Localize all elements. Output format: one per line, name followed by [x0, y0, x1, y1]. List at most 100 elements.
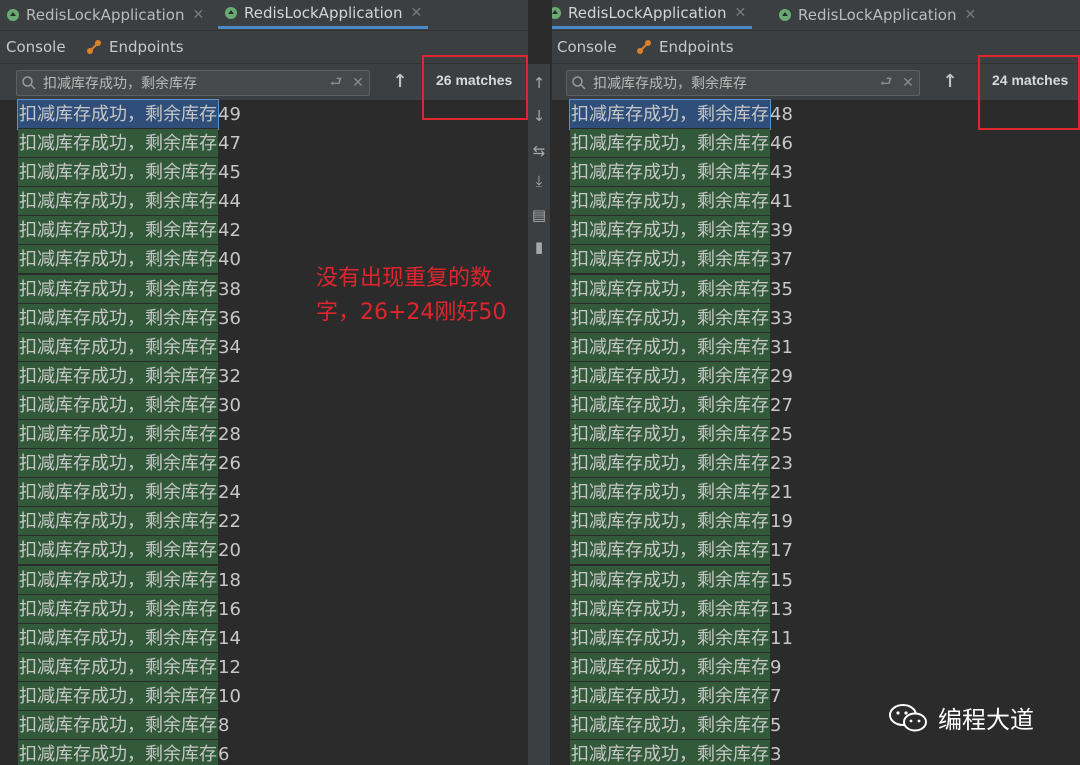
stock-value: 29	[770, 365, 793, 387]
regex-icon[interactable]: ⮐	[875, 71, 897, 95]
stock-value: 43	[770, 162, 793, 184]
run-tab-inactive[interactable]: RedisLockApplication ✕	[772, 0, 982, 29]
console-line: 扣减库存成功，剩余库存47	[18, 129, 241, 159]
stock-value: 8	[218, 714, 230, 736]
endpoints-label: Endpoints	[109, 38, 184, 56]
console-line: 扣减库存成功，剩余库存44	[18, 187, 241, 217]
watermark-text: 编程大道	[938, 706, 1034, 734]
stock-value: 30	[218, 394, 241, 416]
match-highlight: 扣减库存成功，剩余库存	[18, 361, 218, 391]
console-line: 扣减库存成功，剩余库存23	[570, 449, 793, 479]
stock-value: 46	[770, 133, 793, 155]
stock-value: 14	[218, 627, 241, 649]
stock-value: 36	[218, 307, 241, 329]
match-highlight: 扣减库存成功，剩余库存	[570, 158, 770, 188]
stock-value: 27	[770, 394, 793, 416]
close-icon[interactable]: ✕	[735, 5, 747, 21]
match-highlight: 扣减库存成功，剩余库存	[18, 507, 218, 537]
match-highlight: 扣减库存成功，剩余库存	[18, 245, 218, 275]
match-highlight: 扣减库存成功，剩余库存	[18, 710, 218, 740]
stock-value: 20	[218, 540, 241, 562]
console-line: 扣减库存成功，剩余库存39	[570, 216, 793, 246]
stock-value: 35	[770, 278, 793, 300]
annotation-text: 没有出现重复的数字，26+24刚好50	[316, 266, 507, 325]
run-tab-inactive[interactable]: RedisLockApplication ✕	[0, 0, 210, 29]
console-line: 扣减库存成功，剩余库存14	[18, 623, 241, 653]
tab-console[interactable]: Console	[552, 31, 617, 63]
close-icon[interactable]: ✕	[897, 75, 919, 91]
match-highlight: 扣减库存成功，剩余库存	[18, 187, 218, 217]
match-highlight: 扣减库存成功，剩余库存	[570, 361, 770, 391]
search-input[interactable]: 扣减库存成功，剩余库存 ⮐ ✕	[16, 70, 370, 96]
console-line: 扣减库存成功，剩余库存28	[18, 420, 241, 450]
stock-value: 47	[218, 133, 241, 155]
search-query-text: 扣减库存成功，剩余库存	[43, 76, 197, 92]
stock-value: 24	[218, 482, 241, 504]
soft-wrap-icon[interactable]: ⇆	[528, 142, 550, 160]
highlight-box	[978, 55, 1080, 130]
match-highlight: 扣减库存成功，剩余库存	[570, 478, 770, 508]
search-icon	[22, 76, 36, 90]
match-highlight: 扣减库存成功，剩余库存	[18, 216, 218, 246]
match-highlight: 扣减库存成功，剩余库存	[18, 449, 218, 479]
stock-value: 40	[218, 249, 241, 271]
match-highlight: 扣减库存成功，剩余库存	[570, 245, 770, 275]
console-line: 扣减库存成功，剩余库存9	[570, 652, 793, 682]
match-highlight: 扣减库存成功，剩余库存	[570, 420, 770, 450]
console-line: 扣减库存成功，剩余库存20	[18, 536, 241, 566]
stock-value: 9	[770, 656, 782, 678]
match-highlight: 扣减库存成功，剩余库存	[570, 565, 770, 595]
match-highlight: 扣减库存成功，剩余库存	[570, 449, 770, 479]
endpoints-icon	[637, 40, 651, 54]
console-line: 扣减库存成功，剩余库存49	[17, 99, 241, 130]
stock-value: 28	[218, 424, 241, 446]
tab-endpoints[interactable]: Endpoints	[86, 31, 184, 63]
console-line: 扣减库存成功，剩余库存29	[570, 361, 793, 391]
match-highlight: 扣减库存成功，剩余库存	[18, 478, 218, 508]
up-arrow-icon[interactable]: ↑	[390, 70, 410, 94]
match-highlight: 扣减库存成功，剩余库存	[18, 303, 218, 333]
close-icon[interactable]: ✕	[411, 5, 423, 21]
console-line: 扣减库存成功，剩余库存43	[570, 158, 793, 188]
console-line: 扣减库存成功，剩余库存35	[570, 274, 793, 304]
trash-icon[interactable]: ▮	[528, 238, 550, 256]
close-icon[interactable]: ✕	[193, 7, 205, 23]
stock-value: 34	[218, 336, 241, 358]
match-highlight: 扣减库存成功，剩余库存	[18, 274, 218, 304]
stock-value: 33	[770, 307, 793, 329]
regex-icon[interactable]: ⮐	[325, 71, 347, 95]
close-icon[interactable]: ✕	[965, 7, 977, 23]
search-input[interactable]: 扣减库存成功，剩余库存 ⮐ ✕	[566, 70, 920, 96]
stock-value: 41	[770, 191, 793, 213]
tab-endpoints[interactable]: Endpoints	[636, 31, 734, 63]
up-arrow-icon[interactable]: ↑	[940, 70, 960, 94]
console-line: 扣减库存成功，剩余库存25	[570, 420, 793, 450]
endpoints-icon	[87, 40, 101, 54]
run-tab-active[interactable]: RedisLockApplication ✕	[552, 0, 753, 29]
stock-value: 26	[218, 453, 241, 475]
console-line: 扣减库存成功，剩余库存12	[18, 652, 241, 682]
console-output: 扣减库存成功，剩余库存49 扣减库存成功，剩余库存47 扣减库存成功，剩余库存45 扣…	[17, 99, 241, 765]
scroll-to-end-icon[interactable]: ⤓	[528, 172, 550, 190]
up-arrow-icon[interactable]: ↑	[528, 74, 550, 92]
match-highlight: 扣减库存成功，剩余库存	[570, 594, 770, 624]
run-tab-active[interactable]: RedisLockApplication ✕	[218, 0, 429, 29]
console-line: 扣减库存成功，剩余库存27	[570, 390, 793, 420]
console-line: 扣减库存成功，剩余库存26	[18, 449, 241, 479]
match-highlight: 扣减库存成功，剩余库存	[18, 129, 218, 159]
match-highlight: 扣减库存成功，剩余库存	[570, 129, 770, 159]
tab-console[interactable]: Console	[6, 31, 66, 63]
match-highlight: 扣减库存成功，剩余库存	[570, 740, 770, 765]
match-highlight: 扣减库存成功，剩余库存	[570, 303, 770, 333]
console-line: 扣减库存成功，剩余库存22	[18, 507, 241, 537]
run-tab-label: RedisLockApplication	[244, 4, 403, 22]
stock-value: 21	[770, 482, 793, 504]
stock-value: 42	[218, 220, 241, 242]
search-query-text: 扣减库存成功，剩余库存	[593, 76, 747, 92]
down-arrow-icon[interactable]: ↓	[528, 107, 550, 125]
close-icon[interactable]: ✕	[347, 75, 369, 91]
print-icon[interactable]: ▤	[528, 206, 550, 224]
stock-value: 48	[770, 104, 793, 125]
stock-value: 16	[218, 598, 241, 620]
match-highlight: 扣减库存成功，剩余库存	[18, 623, 218, 653]
